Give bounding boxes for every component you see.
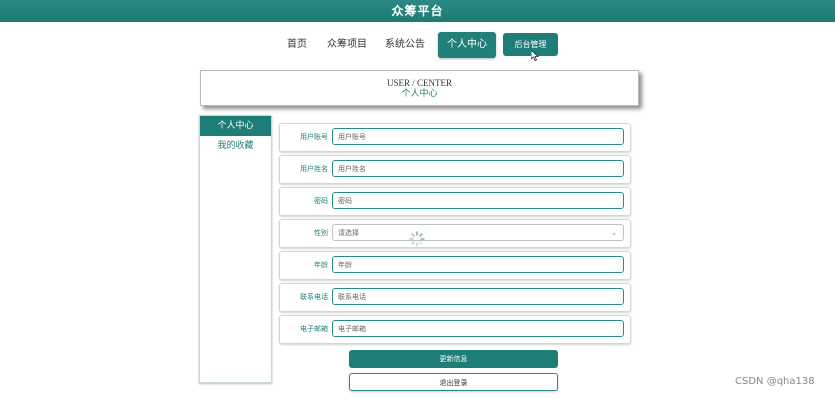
age-input[interactable]: 年龄: [332, 256, 624, 273]
banner-title-cn: 个人中心: [401, 89, 438, 99]
field-row-age: 年龄 年龄: [279, 251, 631, 280]
nav-user-center[interactable]: 个人中心: [438, 32, 496, 58]
mouse-cursor-icon: [530, 49, 540, 61]
site-title-bar: 众筹平台: [0, 0, 835, 22]
email-input[interactable]: 电子邮箱: [332, 320, 624, 337]
field-row-password: 密码 密码: [279, 187, 631, 216]
gender-select-value: 请选择: [338, 229, 359, 237]
nav-home[interactable]: 首页: [283, 32, 311, 58]
phone-input[interactable]: 联系电话: [332, 288, 624, 305]
loading-spinner-icon: [409, 231, 425, 247]
field-row-account: 用户账号 用户账号: [279, 123, 631, 152]
field-label: 性别: [314, 229, 328, 237]
field-row-name: 用户姓名 用户姓名: [279, 155, 631, 184]
field-row-gender: 性别 请选择 ⌄: [279, 219, 631, 248]
banner-title-en: USER / CENTER: [386, 78, 452, 88]
nav-announcements[interactable]: 系统公告: [384, 32, 426, 58]
sidebar-item-user-center[interactable]: 个人中心: [200, 116, 271, 136]
field-label: 联系电话: [300, 293, 328, 301]
main-nav: 首页 众筹项目 系统公告 个人中心 后台管理: [0, 32, 835, 58]
password-input[interactable]: 密码: [332, 192, 624, 209]
sidebar: 个人中心 我的收藏: [199, 115, 272, 383]
page-banner: USER / CENTER 个人中心: [200, 70, 639, 106]
gender-select[interactable]: 请选择 ⌄: [332, 224, 624, 241]
field-label: 密码: [314, 197, 328, 205]
field-label: 年龄: [314, 261, 328, 269]
account-input[interactable]: 用户账号: [332, 128, 624, 145]
field-label: 用户账号: [300, 133, 328, 141]
field-label: 用户姓名: [300, 165, 328, 173]
site-title: 众筹平台: [391, 4, 444, 18]
field-label: 电子邮箱: [300, 325, 328, 333]
update-info-button[interactable]: 更新信息: [349, 350, 558, 368]
field-row-phone: 联系电话 联系电话: [279, 283, 631, 312]
watermark: CSDN @qha138: [735, 376, 815, 387]
logout-button[interactable]: 退出登录: [349, 373, 558, 391]
nav-projects[interactable]: 众筹项目: [326, 32, 368, 58]
chevron-down-icon: ⌄: [611, 229, 617, 237]
name-input[interactable]: 用户姓名: [332, 160, 624, 177]
field-row-email: 电子邮箱 电子邮箱: [279, 315, 631, 344]
sidebar-item-favorites[interactable]: 我的收藏: [200, 136, 271, 156]
